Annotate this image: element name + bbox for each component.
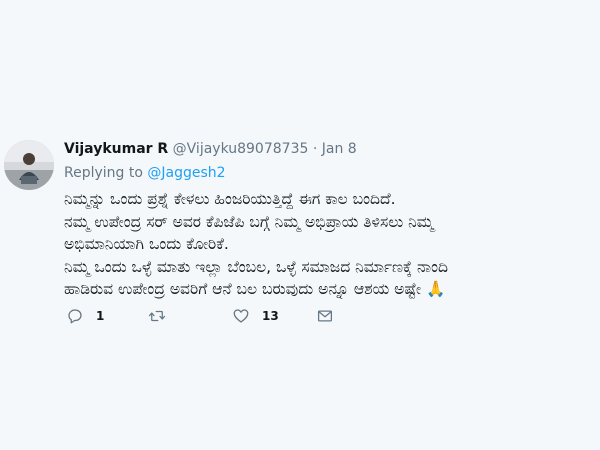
display-name[interactable]: Vijaykumar R xyxy=(64,141,168,157)
replying-to-link[interactable]: @Jaggesh2 xyxy=(147,165,225,181)
pray-emoji: 🙏 xyxy=(426,280,446,298)
replying-to-label: Replying to xyxy=(64,165,143,181)
tweet-actions: 1 13 xyxy=(64,304,364,328)
user-handle[interactable]: @Vijayku89078735 xyxy=(173,141,309,157)
reply-icon xyxy=(68,309,82,324)
tweet-text-line: ನಮ್ಮ ಉಪೇಂದ್ರ ಸರ್ ಅವರ ಕೆಪಿಜೆಪಿ ಬಗ್ಗೆ ನಿಮ್… xyxy=(64,212,434,231)
tweet-text: ನಿಮ್ಮನ್ನು ಒಂದು ಪ್ರಶ್ನೆ ಕೇಳಲು ಹಿಂಜರಿಯುತ್ತ… xyxy=(64,188,589,301)
like-button[interactable]: 13 xyxy=(232,304,279,328)
tweet-date[interactable]: Jan 8 xyxy=(322,141,357,157)
direct-message-button[interactable] xyxy=(316,304,334,328)
tweet-text-line-last: ಹಾಡಿರುವ ಉಪೇಂದ್ರ ಅವರಿಗೆ ಆನೆ ಬಲ ಬರುವುದು ಅನ… xyxy=(64,278,589,301)
tweet-text-line: ನಿಮ್ಮನ್ನು ಒಂದು ಪ್ರಶ್ನೆ ಕೇಳಲು ಹಿಂಜರಿಯುತ್ತ… xyxy=(64,190,396,208)
heart-icon xyxy=(233,309,249,323)
separator-dot: · xyxy=(312,141,318,157)
reply-button[interactable]: 1 xyxy=(66,304,104,328)
tweet-text-line: ಹಾಡಿರುವ ಉಪೇಂದ್ರ ಅವರಿಗೆ ಆನೆ ಬಲ ಬರುವುದು ಅನ… xyxy=(64,280,422,298)
envelope-icon xyxy=(317,310,333,322)
reply-count: 1 xyxy=(96,309,105,323)
tweet-header: Vijaykumar R @Vijayku89078735 · Jan 8 xyxy=(64,139,357,159)
tweet-text-line: ಅಭಿಮಾನಿಯಾಗಿ ಒಂದು ಕೋರಿಕೆ. xyxy=(64,235,229,253)
retweet-button[interactable] xyxy=(148,304,178,328)
tweet-text-line: ನಿಮ್ಮ ಒಂದು ಒಳ್ಳೆ ಮಾತು ಇಲ್ಲಾ ಬೆಂಬಲ, ಒಳ್ಳೆ… xyxy=(64,257,448,276)
avatar-image xyxy=(4,140,54,190)
avatar[interactable] xyxy=(4,140,54,190)
retweet-icon xyxy=(148,310,166,322)
tweet: Vijaykumar R @Vijayku89078735 · Jan 8 Re… xyxy=(0,0,600,450)
replying-to: Replying to @Jaggesh2 xyxy=(64,163,226,183)
like-count: 13 xyxy=(262,309,279,323)
